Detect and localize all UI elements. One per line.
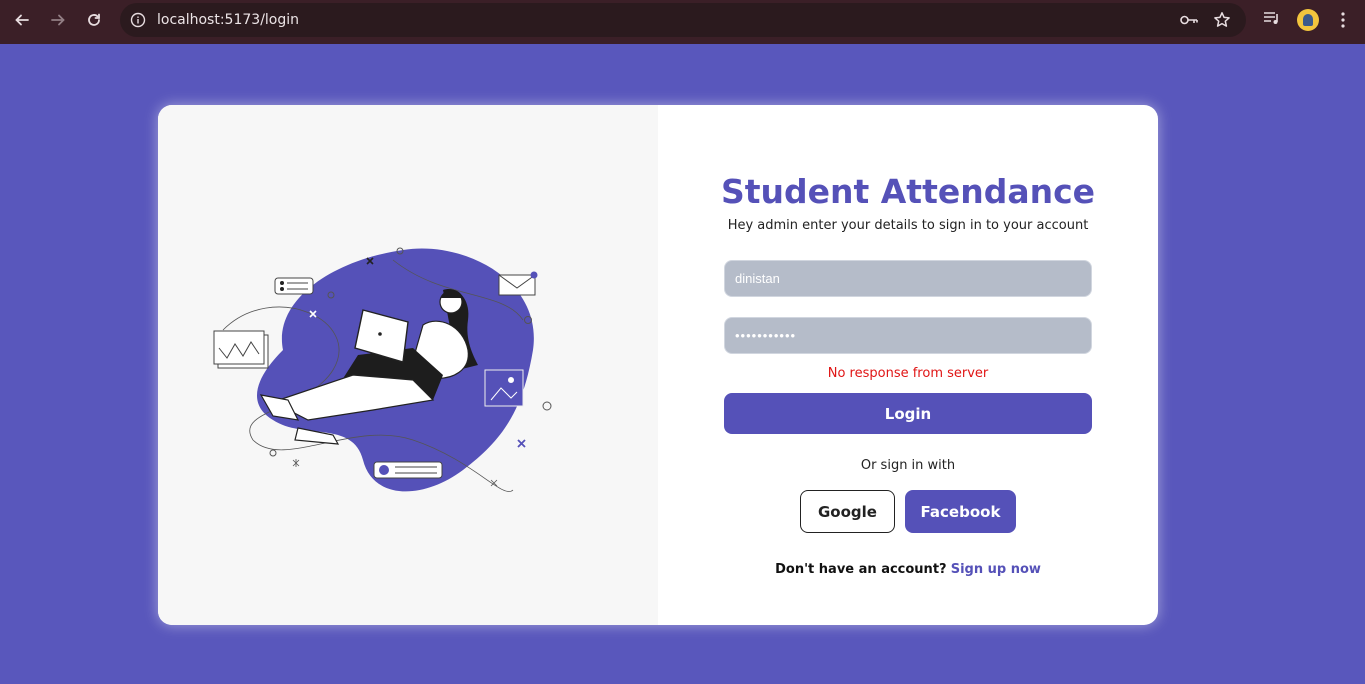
info-icon[interactable]	[130, 12, 146, 28]
address-bar[interactable]: localhost:5173/login	[120, 3, 1246, 37]
login-button[interactable]: Login	[724, 393, 1092, 434]
page-subtitle: Hey admin enter your details to sign in …	[727, 218, 1089, 233]
url-text[interactable]: localhost:5173/login	[157, 12, 299, 28]
error-message: No response from server	[827, 366, 989, 381]
arrow-left-icon	[15, 14, 29, 26]
signup-link[interactable]: Sign up now	[951, 562, 1041, 577]
login-card: Student Attendance Hey admin enter your …	[158, 105, 1158, 625]
arrow-right-icon	[51, 14, 65, 26]
page-title: Student Attendance	[720, 172, 1096, 211]
password-field[interactable]	[724, 317, 1092, 354]
login-form-panel: Student Attendance Hey admin enter your …	[658, 105, 1158, 625]
forward-button[interactable]	[44, 8, 72, 32]
star-icon[interactable]	[1213, 11, 1231, 29]
profile-avatar[interactable]	[1297, 9, 1319, 31]
username-field[interactable]	[724, 260, 1092, 297]
alt-signin-label: Or sign in with	[860, 458, 956, 473]
reload-icon	[88, 13, 100, 26]
signup-question: Don't have an account?	[775, 562, 947, 577]
reading-list-icon[interactable]	[1263, 10, 1281, 26]
key-icon[interactable]	[1179, 12, 1199, 28]
reload-button[interactable]	[80, 8, 108, 32]
back-button[interactable]	[8, 8, 36, 32]
signup-prompt: Don't have an account? Sign up now	[658, 562, 1158, 577]
google-signin-button[interactable]: Google	[800, 490, 895, 533]
illustration-panel	[158, 105, 658, 625]
facebook-signin-button[interactable]: Facebook	[905, 490, 1016, 533]
browser-toolbar: localhost:5173/login	[0, 0, 1365, 44]
woman-with-laptop-illustration	[213, 247, 552, 492]
menu-kebab-icon[interactable]	[1336, 11, 1350, 29]
